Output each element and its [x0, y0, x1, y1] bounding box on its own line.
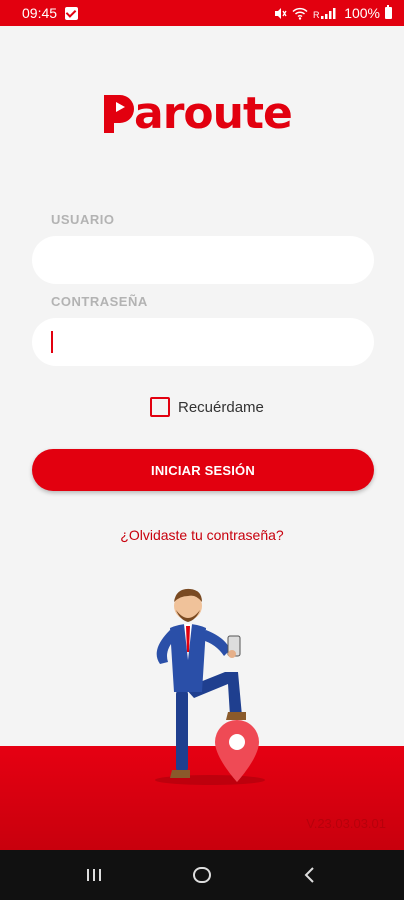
remember-label: Recuérdame [178, 398, 264, 416]
forgot-password-link[interactable]: ¿Olvidaste tu contraseña? [0, 527, 404, 543]
username-label: USUARIO [51, 212, 115, 227]
login-button[interactable]: INICIAR SESIÓN [32, 449, 374, 491]
app-version: V.23.03.03.01 [306, 816, 386, 831]
recent-apps-icon [87, 869, 101, 881]
signal-icon: R [313, 7, 336, 20]
logo-text: aroute [134, 88, 293, 139]
battery-level: 100% [344, 5, 380, 21]
mute-icon [275, 7, 287, 19]
back-icon [304, 867, 314, 883]
status-right: R 100% [274, 5, 392, 21]
check-notification-icon [65, 6, 79, 20]
status-bar: 09:45 R 100% [0, 0, 404, 26]
password-label: CONTRASEÑA [51, 294, 148, 309]
password-input[interactable] [32, 318, 374, 366]
svg-text:R: R [313, 10, 320, 20]
home-button[interactable] [182, 855, 222, 895]
username-input[interactable] [32, 236, 374, 284]
businessman-illustration [155, 588, 265, 785]
battery-icon [385, 5, 392, 19]
back-button[interactable] [290, 855, 330, 895]
logo-mark-icon [104, 95, 134, 133]
remember-me[interactable]: Recuérdame [150, 397, 264, 417]
recent-apps-button[interactable] [74, 855, 114, 895]
home-icon [193, 867, 211, 883]
status-left: 09:45 [22, 5, 79, 21]
app-logo: aroute [100, 86, 293, 142]
text-caret [51, 331, 53, 353]
remember-checkbox[interactable] [150, 397, 170, 417]
navigation-bar [0, 850, 404, 900]
wifi-icon [292, 7, 308, 20]
status-time: 09:45 [22, 5, 58, 21]
